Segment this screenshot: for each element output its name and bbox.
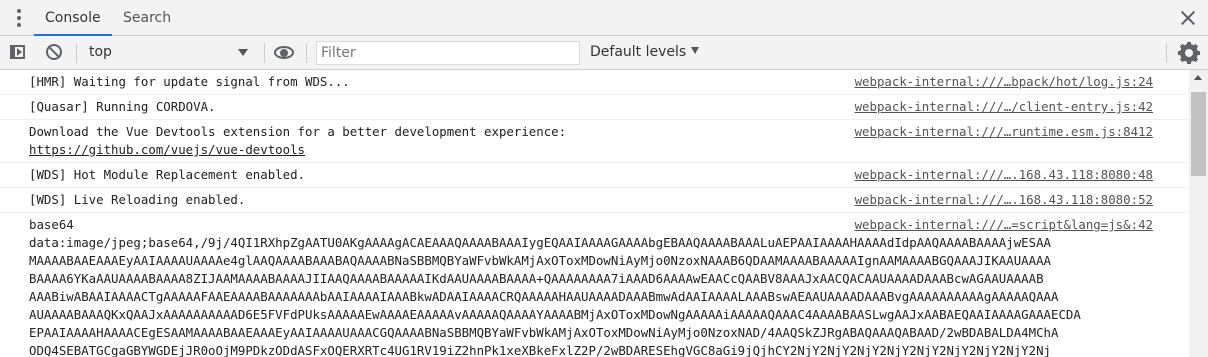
base64-line: AAABiwABAAIAAAACTgAAAAAFAAEAAAABAAAAAAAb… bbox=[29, 289, 1059, 304]
console-messages: [HMR] Waiting for update signal from WDS… bbox=[0, 70, 1189, 357]
console-message: Download the Vue Devtools extension for … bbox=[0, 120, 1189, 163]
message-source-link[interactable]: webpack-internal:///…/client-entry.js:42 bbox=[855, 98, 1153, 116]
console-message: [Quasar] Running CORDOVA. webpack-intern… bbox=[0, 95, 1189, 120]
message-text: [WDS] Live Reloading enabled. bbox=[29, 192, 246, 207]
close-drawer-icon[interactable] bbox=[1178, 8, 1198, 28]
vue-devtools-link[interactable]: https://github.com/vuejs/vue-devtools bbox=[29, 141, 1189, 159]
scroll-up-arrow-icon[interactable] bbox=[1194, 75, 1202, 80]
base64-line: ODQ4SEBATGCgaGBYWGDEjJR0oOjM9PDkzODdASFx… bbox=[29, 343, 1051, 357]
tab-console[interactable]: Console bbox=[34, 0, 112, 36]
toolbar-divider bbox=[264, 43, 265, 63]
chevron-down-icon bbox=[238, 49, 248, 56]
base64-line: BAAAA6YKaAAUAAAABAAAA8ZIJAAMAAAABAAAAJII… bbox=[29, 271, 1044, 286]
more-options-icon[interactable] bbox=[12, 9, 26, 29]
console-message: [WDS] Live Reloading enabled. webpack-in… bbox=[0, 188, 1189, 213]
scrollbar-thumb[interactable] bbox=[1191, 92, 1206, 176]
caret-down-icon bbox=[691, 47, 700, 54]
console-message: [WDS] Hot Module Replacement enabled. we… bbox=[0, 163, 1189, 188]
message-text: Download the Vue Devtools extension for … bbox=[29, 124, 567, 139]
message-source-link[interactable]: webpack-internal:///….168.43.118:8080:48 bbox=[855, 166, 1153, 184]
message-source-link[interactable]: webpack-internal:///…=script&lang=js&:42 bbox=[855, 216, 1153, 234]
toolbar-divider bbox=[306, 43, 307, 63]
drawer-tab-bar: Console Search bbox=[0, 0, 1208, 36]
base64-line: AUAAAABAAAQKxQAAJxAAAAAAAAAAD6E5FVFdPUks… bbox=[29, 307, 1081, 322]
base64-line: data:image/jpeg;base64,/9j/4QI1RXhpZgAAT… bbox=[29, 235, 1051, 250]
console-message: base64 webpack-internal:///…=script&lang… bbox=[0, 213, 1189, 357]
message-source-link[interactable]: webpack-internal:///…bpack/hot/log.js:24 bbox=[855, 73, 1153, 91]
log-levels-dropdown[interactable]: Default levels bbox=[590, 44, 700, 60]
show-sidebar-icon[interactable] bbox=[8, 42, 30, 64]
console-scrollbar[interactable] bbox=[1189, 70, 1208, 357]
message-source-link[interactable]: webpack-internal:///….168.43.118:8080:52 bbox=[855, 191, 1153, 209]
tab-search[interactable]: Search bbox=[112, 0, 182, 36]
message-source-link[interactable]: webpack-internal:///…runtime.esm.js:8412 bbox=[855, 123, 1153, 141]
context-label: top bbox=[89, 44, 112, 60]
context-selector[interactable]: top bbox=[80, 36, 260, 69]
console-toolbar: top Default levels bbox=[0, 36, 1208, 70]
console-message: [HMR] Waiting for update signal from WDS… bbox=[0, 70, 1189, 95]
message-text: [Quasar] Running CORDOVA. bbox=[29, 99, 216, 114]
log-levels-label: Default levels bbox=[590, 44, 687, 60]
message-text: [WDS] Hot Module Replacement enabled. bbox=[29, 167, 306, 182]
base64-line: EPAAIAAAAHAAAACEgESAAMAAAABAAEAAAEyAAIAA… bbox=[29, 325, 1059, 340]
filter-input[interactable] bbox=[316, 41, 580, 65]
toolbar-divider bbox=[76, 43, 77, 63]
gear-icon[interactable] bbox=[1178, 42, 1200, 64]
toolbar-divider bbox=[1166, 43, 1167, 63]
base64-line: MAAAABAAEAAAEyAAIAAAAUAAAAe4glAAQAAAABAA… bbox=[29, 253, 1051, 268]
live-expression-eye-icon[interactable] bbox=[274, 43, 296, 65]
clear-console-icon[interactable] bbox=[44, 42, 66, 64]
message-text: [HMR] Waiting for update signal from WDS… bbox=[29, 74, 350, 89]
